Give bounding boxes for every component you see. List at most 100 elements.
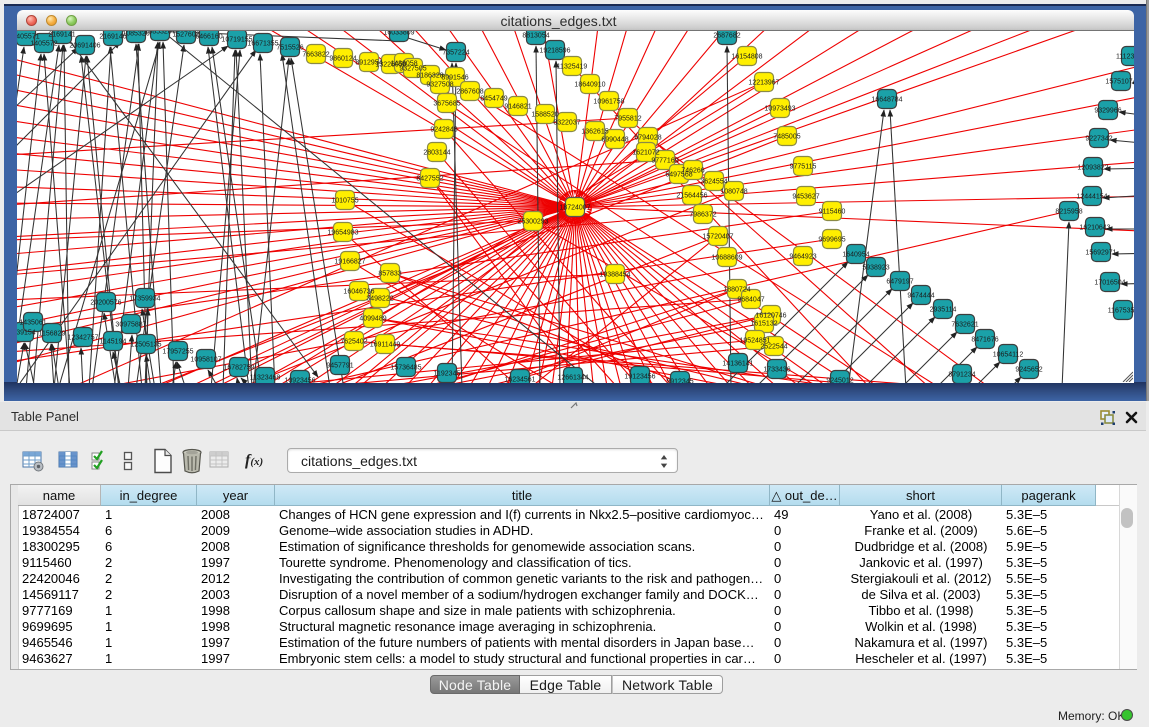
svg-text:15736485: 15736485 <box>390 364 421 371</box>
svg-text:1156829: 1156829 <box>39 330 66 337</box>
svg-text:30975887: 30975887 <box>115 321 146 328</box>
svg-text:9453627: 9453627 <box>792 193 819 200</box>
svg-text:2803144: 2803144 <box>423 149 450 156</box>
svg-text:15720407: 15720407 <box>702 233 733 240</box>
svg-text:7625402: 7625402 <box>340 338 367 345</box>
svg-text:7485005: 7485005 <box>773 133 800 140</box>
svg-text:9699695: 9699695 <box>818 236 845 243</box>
svg-text:7515526: 7515526 <box>276 44 303 51</box>
svg-text:1435061: 1435061 <box>19 319 46 326</box>
svg-text:8322037: 8322037 <box>553 119 580 126</box>
svg-text:16210643: 16210643 <box>1079 224 1110 231</box>
svg-text:1640954: 1640954 <box>842 251 869 258</box>
svg-text:20200576: 20200576 <box>90 299 121 306</box>
svg-text:2522544: 2522544 <box>760 343 787 350</box>
svg-text:7663822: 7663822 <box>302 51 329 58</box>
svg-text:16234561: 16234561 <box>504 376 535 383</box>
svg-text:6479197: 6479197 <box>886 278 913 285</box>
svg-text:16120746: 16120746 <box>755 312 786 319</box>
svg-text:8454749: 8454749 <box>480 95 507 102</box>
svg-text:6466160: 6466160 <box>195 33 222 40</box>
svg-text:7986372: 7986372 <box>689 211 716 218</box>
svg-text:21564456: 21564456 <box>676 192 707 199</box>
svg-text:9115460: 9115460 <box>819 208 846 215</box>
svg-text:10961758: 10961758 <box>593 98 624 105</box>
svg-text:12444154: 12444154 <box>1076 193 1107 200</box>
svg-text:18724007: 18724007 <box>559 204 590 211</box>
svg-text:12342757: 12342757 <box>67 334 98 341</box>
svg-text:10973493: 10973493 <box>764 105 795 112</box>
svg-text:18640910: 18640910 <box>574 81 605 88</box>
svg-text:9242848: 9242848 <box>430 126 457 133</box>
svg-text:9327505: 9327505 <box>399 65 426 72</box>
svg-text:8991546: 8991546 <box>441 74 468 81</box>
svg-text:7357224: 7357224 <box>442 49 469 56</box>
svg-text:10853267: 10853267 <box>144 31 175 35</box>
svg-text:4099489: 4099489 <box>359 315 386 322</box>
svg-text:17957255: 17957255 <box>162 348 193 355</box>
svg-text:857833: 857833 <box>378 270 401 277</box>
svg-text:9245652: 9245652 <box>1015 366 1042 373</box>
svg-text:7632621: 7632621 <box>951 321 978 328</box>
svg-text:9245012: 9245012 <box>826 377 853 383</box>
svg-text:10654112: 10654112 <box>993 351 1024 358</box>
svg-text:19123456: 19123456 <box>624 373 655 380</box>
svg-text:5938923: 5938923 <box>862 264 889 271</box>
svg-text:11323468: 11323468 <box>250 374 281 381</box>
svg-text:12213967: 12213967 <box>748 79 779 86</box>
svg-text:2169141: 2169141 <box>48 31 75 38</box>
svg-text:16911449: 16911449 <box>370 341 401 348</box>
svg-text:15692971: 15692971 <box>1085 249 1116 256</box>
svg-text:9329966: 9329966 <box>1094 107 1121 114</box>
svg-text:9474444: 9474444 <box>907 292 934 299</box>
svg-text:25300293: 25300293 <box>517 218 548 225</box>
svg-text:6990448: 6990448 <box>601 136 628 143</box>
svg-text:2867608: 2867608 <box>456 88 483 95</box>
svg-text:19654983: 19654983 <box>327 229 358 236</box>
svg-text:746266: 746266 <box>681 167 704 174</box>
svg-text:1192345: 1192345 <box>434 370 461 377</box>
svg-text:17359934: 17359934 <box>129 295 160 302</box>
svg-text:2687682: 2687682 <box>713 32 740 39</box>
svg-text:16648784: 16648784 <box>871 96 902 103</box>
svg-text:8215958: 8215958 <box>1055 208 1082 215</box>
svg-text:16046736: 16046736 <box>343 288 374 295</box>
svg-text:9912345: 9912345 <box>666 378 693 383</box>
svg-text:15751074: 15751074 <box>1105 78 1134 85</box>
svg-text:11325419: 11325419 <box>557 63 588 70</box>
svg-text:9146821: 9146821 <box>504 103 531 110</box>
svg-text:10923456: 10923456 <box>284 377 315 383</box>
svg-text:16033809: 16033809 <box>383 31 414 36</box>
svg-text:3498222: 3498222 <box>366 295 393 302</box>
svg-text:20691406: 20691406 <box>69 42 100 49</box>
svg-text:9457791: 9457791 <box>326 362 353 369</box>
svg-text:9775115: 9775115 <box>790 163 817 170</box>
svg-text:9405571: 9405571 <box>17 33 40 40</box>
svg-text:6794028: 6794028 <box>634 134 661 141</box>
svg-text:1880724: 1880724 <box>723 286 750 293</box>
svg-text:19218596: 19218596 <box>539 47 570 54</box>
svg-text:1588520: 1588520 <box>531 111 558 118</box>
svg-text:1615132: 1615132 <box>750 320 777 327</box>
svg-text:8427552: 8427552 <box>416 175 443 182</box>
svg-text:8813054: 8813054 <box>522 32 549 39</box>
svg-text:3624554: 3624554 <box>700 178 727 185</box>
svg-text:9777169: 9777169 <box>651 157 678 164</box>
svg-text:11675350: 11675350 <box>1108 307 1134 314</box>
svg-text:9684047: 9684047 <box>737 296 764 303</box>
svg-text:8471676: 8471676 <box>971 336 998 343</box>
svg-text:9227342: 9227342 <box>1085 135 1112 142</box>
svg-text:1733436: 1733436 <box>763 366 790 373</box>
svg-text:10958107: 10958107 <box>190 356 221 363</box>
svg-text:1621072: 1621072 <box>632 149 659 156</box>
svg-text:9464923: 9464923 <box>789 253 816 260</box>
svg-text:16782759: 16782759 <box>223 364 254 371</box>
svg-text:10688609: 10688609 <box>711 254 742 261</box>
svg-text:1010755: 1010755 <box>331 197 358 204</box>
svg-text:939154: 939154 <box>17 329 36 336</box>
svg-text:9327508: 9327508 <box>426 81 453 88</box>
svg-text:14136141: 14136141 <box>722 360 753 367</box>
svg-text:1145194: 1145194 <box>100 338 127 345</box>
svg-text:2935114: 2935114 <box>930 306 957 313</box>
svg-text:12661344: 12661344 <box>557 374 588 381</box>
